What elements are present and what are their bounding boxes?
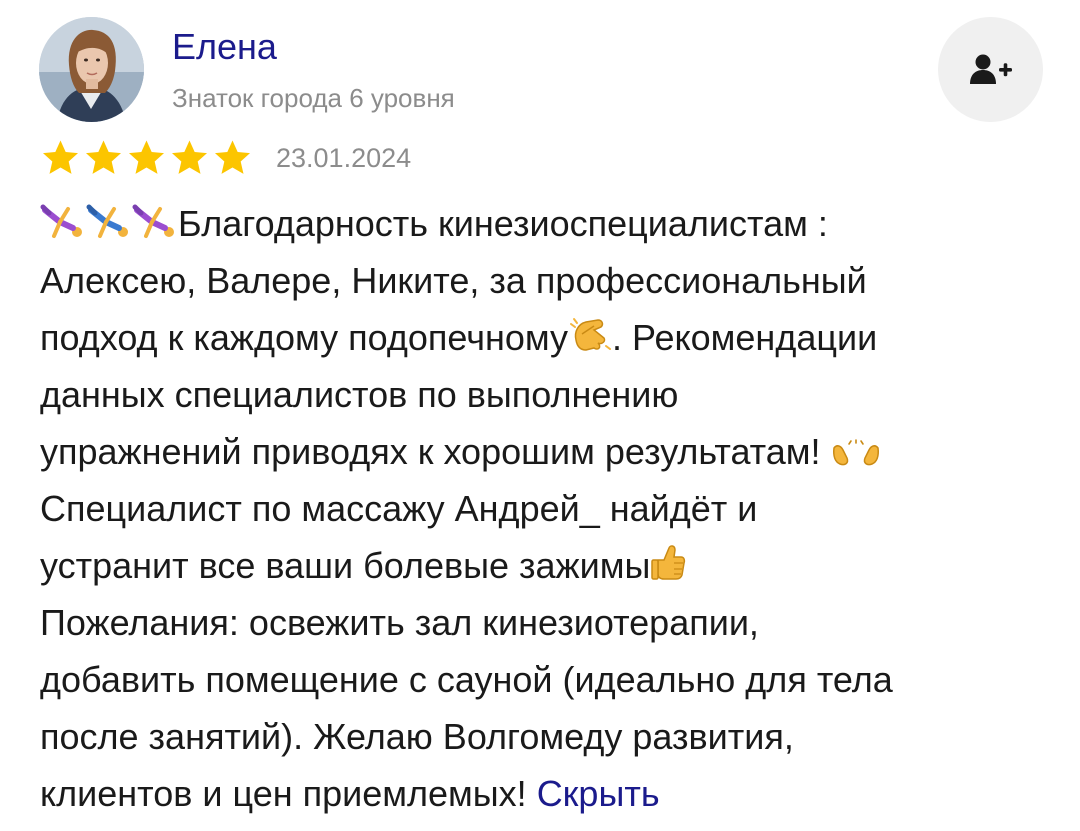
review-date: 23.01.2024 xyxy=(276,143,412,173)
review-text-segment: подход к каждому подопечному xyxy=(40,317,569,358)
rating-row: 23.01.2024 xyxy=(39,138,411,178)
review-line: подход к каждому подопечному . Рекомендац… xyxy=(40,309,1050,366)
person-cartwheeling-emoji xyxy=(132,204,174,238)
collapse-link[interactable]: Скрыть xyxy=(537,773,660,814)
review-line: устранит все ваши болевые зажимы xyxy=(40,537,1050,594)
star-icon xyxy=(172,140,207,174)
review-card: Елена Знаток города 6 уровня 23.01.2024 … xyxy=(0,0,1080,831)
review-text-segment: . Рекомендации xyxy=(612,317,878,358)
review-line: после занятий). Желаю Волгомеду развития… xyxy=(40,716,794,757)
review-line: клиентов и цен приемлемых! Скрыть xyxy=(40,765,1050,822)
avatar-photo-icon xyxy=(39,17,144,122)
rating-stars xyxy=(39,138,254,178)
star-icon xyxy=(129,140,164,174)
thumbs-up-emoji xyxy=(651,545,686,580)
review-text: Благодарность кинезиоспециалистам : Алек… xyxy=(40,195,1050,822)
clapping-hands-emoji xyxy=(570,318,612,351)
author-level: Знаток города 6 уровня xyxy=(172,83,455,113)
person-cartwheeling-emoji xyxy=(86,204,128,238)
review-line: Алексею, Валере, Никите, за профессионал… xyxy=(40,260,867,301)
author-name[interactable]: Елена xyxy=(172,26,277,68)
review-text-segment: Благодарность кинезиоспециалистам : xyxy=(178,203,828,244)
subscribe-button[interactable] xyxy=(938,17,1043,122)
review-line: Благодарность кинезиоспециалистам : xyxy=(40,195,1050,252)
star-icon xyxy=(43,140,78,174)
review-text-segment: упражнений приводях к хорошим результата… xyxy=(40,431,831,472)
review-text-segment: устранит все ваши болевые зажимы xyxy=(40,545,651,586)
review-text-segment: клиентов и цен приемлемых! xyxy=(40,773,537,814)
add-user-icon xyxy=(969,54,1012,84)
open-hands-emoji xyxy=(832,439,879,466)
review-line: упражнений приводях к хорошим результата… xyxy=(40,423,1050,480)
star-icon xyxy=(215,140,250,174)
avatar[interactable] xyxy=(39,17,144,122)
review-line: данных специалистов по выполнению xyxy=(40,374,679,415)
star-icon xyxy=(86,140,121,174)
review-line: добавить помещение с сауной (идеально дл… xyxy=(40,659,893,700)
review-line: Специалист по массажу Андрей_ найдёт и xyxy=(40,488,758,529)
review-line: Пожелания: освежить зал кинезиотерапии, xyxy=(40,602,759,643)
person-cartwheeling-emoji xyxy=(40,204,82,238)
